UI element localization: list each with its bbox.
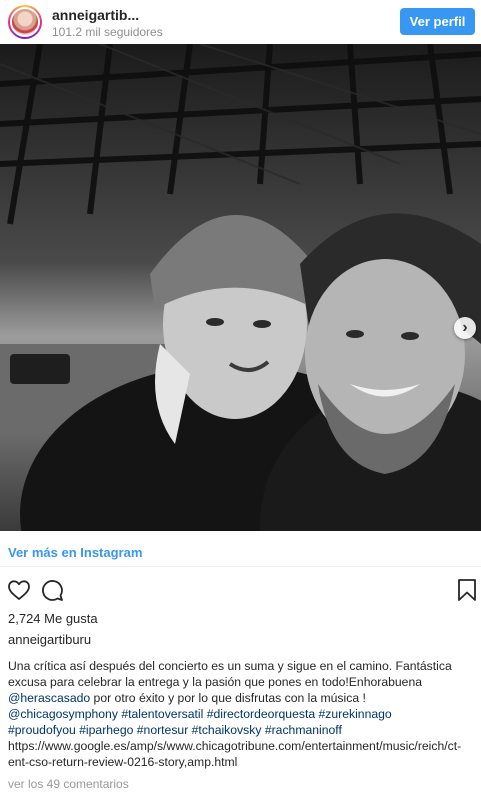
header-username[interactable]: anneigartib... (52, 7, 139, 23)
hashtag-link[interactable]: #proudofyou (8, 723, 76, 737)
like-count: 2,724 Me gusta (8, 611, 98, 626)
hashtag-link[interactable]: #nortesur (137, 723, 189, 737)
view-more-link[interactable]: Ver más en Instagram (8, 545, 142, 560)
avatar[interactable] (8, 5, 42, 39)
heart-outline-icon[interactable] (7, 578, 31, 602)
hashtag-link[interactable]: #talentoversatil (121, 707, 203, 721)
photo-illustration (0, 44, 481, 531)
mention-link[interactable]: @chicagosymphony (8, 707, 118, 721)
caption-url: https://www.google.es/amp/s/www.chicagot… (8, 739, 462, 753)
avatar-image (10, 7, 40, 37)
caption-hashtag-line: @chicagosymphony #talentoversatil #direc… (8, 706, 481, 722)
view-comments-link[interactable]: ver los 49 comentarios (8, 777, 129, 791)
hashtag-link[interactable]: #rachmaninoff (265, 723, 342, 737)
caption-hashtag-line: #proudofyou #iparhego #nortesur #tchaiko… (8, 722, 481, 738)
bookmark-icon[interactable] (455, 578, 479, 602)
caption-url: ent-cso-return-review-0216-story,amp.htm… (8, 755, 238, 769)
hashtag-link[interactable]: #zurekinnago (319, 707, 392, 721)
hashtag-link[interactable]: #iparhego (79, 723, 133, 737)
next-photo-chevron-icon[interactable]: › (454, 317, 476, 339)
post-header: anneigartib... 101.2 mil seguidores Ver … (0, 0, 481, 44)
divider (0, 566, 481, 567)
caption-line: @herascasado por otro éxito y por lo que… (8, 690, 481, 706)
hashtag-link[interactable]: #directordeorquesta (207, 707, 315, 721)
follower-count: 101.2 mil seguidores (52, 25, 163, 39)
caption-line: Una crítica así después del concierto es… (8, 659, 452, 673)
mention-link[interactable]: @herascasado (8, 691, 90, 705)
speech-bubble-icon[interactable] (40, 578, 64, 602)
post-caption: Una crítica así después del concierto es… (8, 658, 481, 770)
view-profile-button[interactable]: Ver perfil (400, 8, 475, 35)
post-username[interactable]: anneigartiburu (8, 632, 91, 647)
hashtag-link[interactable]: #tchaikovsky (192, 723, 262, 737)
caption-line: excusa para celebrar la entrega y la pas… (8, 675, 422, 689)
caption-text: por otro éxito y por lo que disfrutas co… (90, 691, 366, 705)
post-photo[interactable]: › (0, 44, 481, 531)
